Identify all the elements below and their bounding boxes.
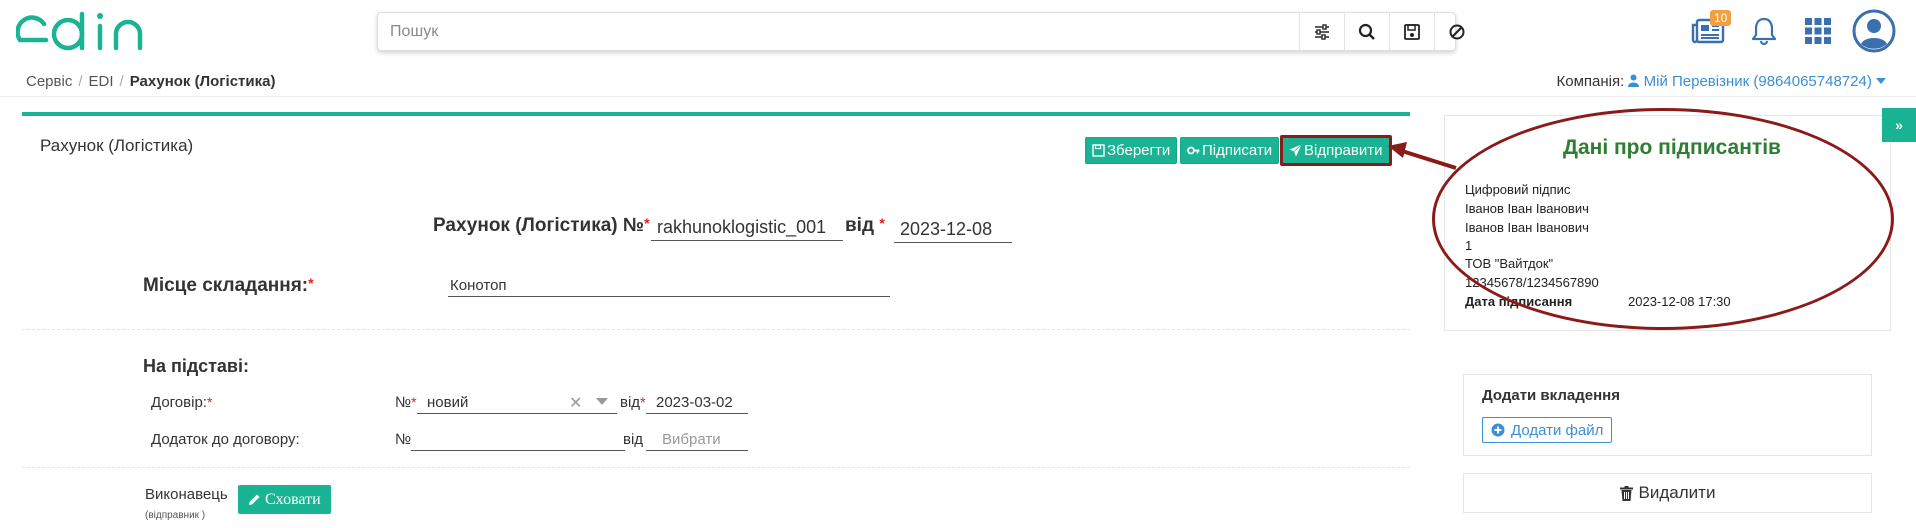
- executor-label: Виконавець: [145, 486, 228, 503]
- place-field[interactable]: Конотоп: [448, 277, 890, 297]
- annotation-arrow: [1388, 142, 1457, 170]
- addendum-label: Додаток до договору:: [151, 431, 300, 448]
- place-label: Місце складання:*: [143, 275, 314, 297]
- delete-button[interactable]: Видалити: [1463, 473, 1872, 513]
- edin-logo[interactable]: [16, 10, 158, 56]
- hide-executor-button[interactable]: Сховати: [238, 485, 331, 514]
- search-input[interactable]: [390, 21, 1290, 43]
- document-date-field[interactable]: 2023-12-08: [894, 219, 1012, 243]
- addendum-date-placeholder: Вибрати: [662, 431, 721, 448]
- save-label: Зберегти: [1107, 142, 1171, 159]
- sign-label: Підписати: [1202, 142, 1273, 159]
- filter-settings-button[interactable]: [1299, 13, 1344, 50]
- executor-sublabel: (відправник ): [145, 510, 206, 521]
- addendum-number-field[interactable]: [411, 431, 625, 451]
- user-icon: [1628, 74, 1640, 87]
- breadcrumb-current: Рахунок (Логістика): [129, 73, 276, 90]
- breadcrumb-separator: /: [78, 73, 83, 90]
- apps-grid-icon: [1805, 18, 1831, 44]
- document-number-field[interactable]: rakhunoklogistic_001: [651, 217, 843, 241]
- breadcrumb: Сервіс / EDI / Рахунок (Логістика): [26, 73, 275, 90]
- clear-search-button[interactable]: [1434, 13, 1479, 50]
- panel-title: Рахунок (Логістика): [40, 136, 194, 155]
- from-label: від: [620, 394, 641, 411]
- search-button[interactable]: [1344, 13, 1389, 50]
- company-name: Мій Перевізник (9864065748724): [1643, 73, 1872, 90]
- plus-circle-icon: [1491, 423, 1505, 437]
- document-panel: Рахунок (Логістика) Зберегти Підписати В…: [22, 112, 1410, 528]
- user-avatar-icon: [1852, 9, 1896, 53]
- required-mark: *: [308, 275, 314, 291]
- contract-label: Договір:*: [151, 394, 212, 411]
- notifications-button[interactable]: [1746, 14, 1782, 48]
- pencil-icon: [249, 494, 260, 505]
- header-divider: [0, 96, 1916, 97]
- contract-number-prefix: №*: [395, 394, 417, 411]
- place-label-text: Місце складання:: [143, 275, 309, 296]
- company-label: Компанія:: [1556, 73, 1625, 90]
- user-avatar-button[interactable]: [1852, 9, 1896, 53]
- send-button[interactable]: Відправити: [1280, 135, 1392, 166]
- breadcrumb-edi[interactable]: EDI: [89, 73, 114, 90]
- addendum-date-field[interactable]: Вибрати: [646, 431, 748, 451]
- breadcrumb-service[interactable]: Сервіс: [26, 73, 72, 90]
- number-sign: №: [395, 394, 412, 411]
- company-selector: Компанія: Мій Перевізник (9864065748724): [1557, 73, 1886, 90]
- required-mark: *: [206, 394, 213, 410]
- section-divider: [22, 329, 1410, 330]
- contract-value: новий: [427, 394, 469, 411]
- addendum-date-label: від: [623, 431, 644, 448]
- floppy-icon: [1404, 23, 1420, 40]
- annotation-oval: [1432, 108, 1894, 330]
- ban-icon: [1449, 24, 1465, 39]
- contract-date-label: від*: [620, 394, 646, 411]
- section-divider: [22, 467, 1410, 468]
- add-file-label: Додати файл: [1511, 421, 1604, 439]
- save-search-button[interactable]: [1389, 13, 1434, 50]
- top-header: 10: [0, 0, 1916, 66]
- document-title-text: Рахунок (Логістика) №: [433, 215, 645, 236]
- key-icon: [1187, 146, 1200, 155]
- addendum-number-prefix: №: [395, 431, 412, 448]
- search-bar: [377, 12, 1465, 51]
- contract-label-text: Договір:: [151, 394, 207, 411]
- delete-label: Видалити: [1638, 483, 1716, 502]
- required-mark: *: [640, 394, 646, 410]
- add-file-button[interactable]: Додати файл: [1482, 417, 1613, 443]
- breadcrumb-separator: /: [119, 73, 124, 90]
- sliders-icon: [1315, 23, 1329, 40]
- contract-date-field[interactable]: 2023-03-02: [646, 394, 748, 414]
- required-mark: *: [411, 394, 417, 410]
- apps-menu-button[interactable]: [1800, 14, 1836, 48]
- attachments-title: Додати вкладення: [1482, 387, 1620, 404]
- chevron-down-icon[interactable]: [596, 397, 608, 406]
- news-count-badge: 10: [1710, 10, 1732, 26]
- clear-icon[interactable]: ✕: [569, 393, 582, 413]
- send-label: Відправити: [1304, 142, 1383, 159]
- bell-icon: [1751, 17, 1777, 46]
- required-mark: *: [644, 215, 650, 231]
- floppy-icon: [1092, 144, 1105, 157]
- company-dropdown[interactable]: Мій Перевізник (9864065748724): [1628, 73, 1886, 90]
- document-number-label: Рахунок (Логістика) №*: [433, 215, 650, 237]
- search-icon: [1358, 23, 1375, 40]
- hide-label: Сховати: [265, 490, 321, 508]
- save-button[interactable]: Зберегти: [1085, 137, 1178, 164]
- double-chevron-right-icon: »: [1895, 117, 1903, 133]
- sign-button[interactable]: Підписати: [1180, 137, 1280, 164]
- trash-icon: [1619, 485, 1633, 501]
- document-date-label: від *: [845, 215, 885, 237]
- basis-label: На підставі:: [143, 356, 249, 376]
- paper-plane-icon: [1289, 144, 1302, 157]
- from-label: від: [845, 215, 875, 236]
- required-mark: *: [879, 215, 885, 231]
- attachments-panel: Додати вкладення Додати файл: [1463, 374, 1872, 456]
- caret-down-icon: [1876, 78, 1886, 84]
- sidebar-toggle-button[interactable]: »: [1882, 108, 1916, 142]
- contract-select[interactable]: новий ✕: [417, 394, 617, 414]
